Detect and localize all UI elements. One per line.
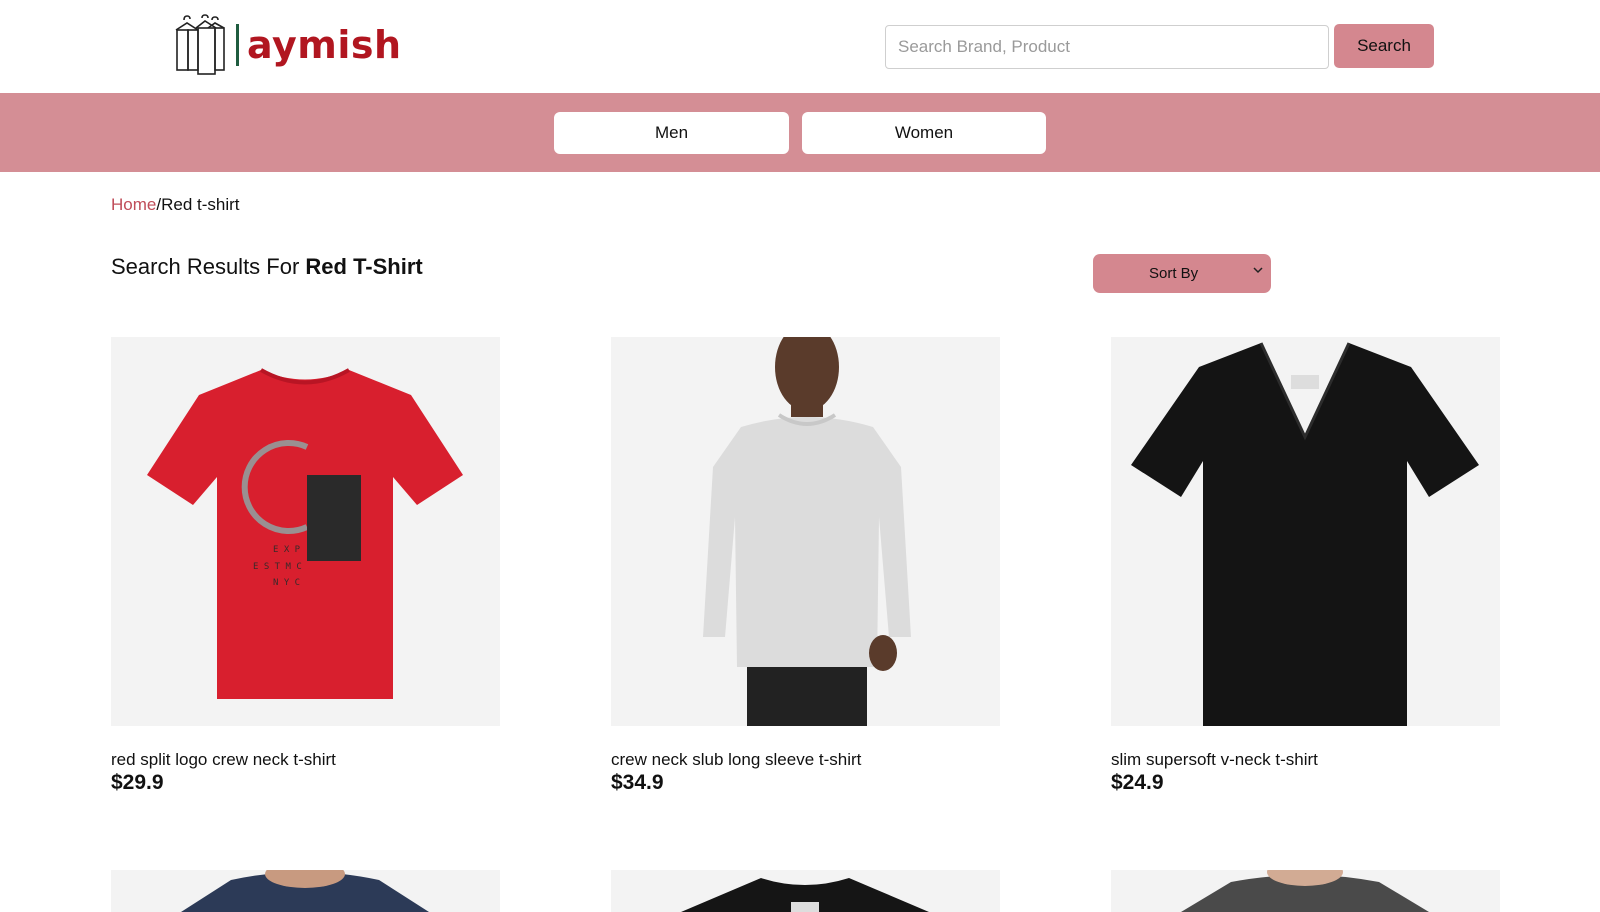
category-nav: Men Women <box>0 93 1600 172</box>
breadcrumb-home-link[interactable]: Home <box>111 195 156 214</box>
sort-label: Sort By <box>1149 265 1199 282</box>
product-image[interactable] <box>611 337 1000 726</box>
nav-women-button[interactable]: Women <box>802 112 1046 154</box>
page-title: Search Results For Red T-Shirt <box>111 254 423 280</box>
results-prefix: Search Results For <box>111 254 306 279</box>
logo-divider <box>236 24 239 66</box>
product-image[interactable] <box>1111 337 1500 726</box>
logo-text: aymish <box>247 23 402 67</box>
product-image[interactable]: E X P E S T M C N Y C <box>111 337 500 726</box>
product-name[interactable]: crew neck slub long sleeve t-shirt <box>611 750 861 770</box>
svg-text:N Y C: N Y C <box>273 578 300 588</box>
breadcrumb-current: Red t-shirt <box>161 195 240 214</box>
product-price: $29.9 <box>111 771 164 794</box>
product-price: $24.9 <box>1111 771 1164 794</box>
search-input[interactable] <box>885 25 1329 69</box>
svg-text:E X P: E X P <box>273 545 301 555</box>
clothes-hanger-icon <box>175 14 225 75</box>
grey-tshirt-image <box>1181 870 1429 912</box>
sort-dropdown[interactable]: Sort By <box>1093 254 1271 293</box>
svg-text:E S T M C: E S T M C <box>253 562 302 572</box>
breadcrumb: Home/Red t-shirt <box>111 195 240 215</box>
results-query: Red T-Shirt <box>305 254 423 279</box>
product-name[interactable]: slim supersoft v-neck t-shirt <box>1111 750 1318 770</box>
red-tshirt-image: E X P E S T M C N Y C <box>147 368 463 699</box>
search-button[interactable]: Search <box>1334 24 1434 68</box>
product-image[interactable] <box>111 870 500 912</box>
site-header: aymish Search <box>0 0 1600 93</box>
chevron-down-icon <box>1253 267 1263 274</box>
black-vneck-image <box>1131 342 1479 726</box>
navy-tshirt-image <box>181 870 429 912</box>
grey-longsleeve-image <box>703 337 911 726</box>
product-image[interactable] <box>1111 870 1500 912</box>
product-price: $34.9 <box>611 771 664 794</box>
brand-logo[interactable]: aymish <box>174 14 402 76</box>
black-tshirt-image <box>681 878 929 912</box>
nav-men-button[interactable]: Men <box>554 112 789 154</box>
product-image[interactable] <box>611 870 1000 912</box>
product-name[interactable]: red split logo crew neck t-shirt <box>111 750 336 770</box>
